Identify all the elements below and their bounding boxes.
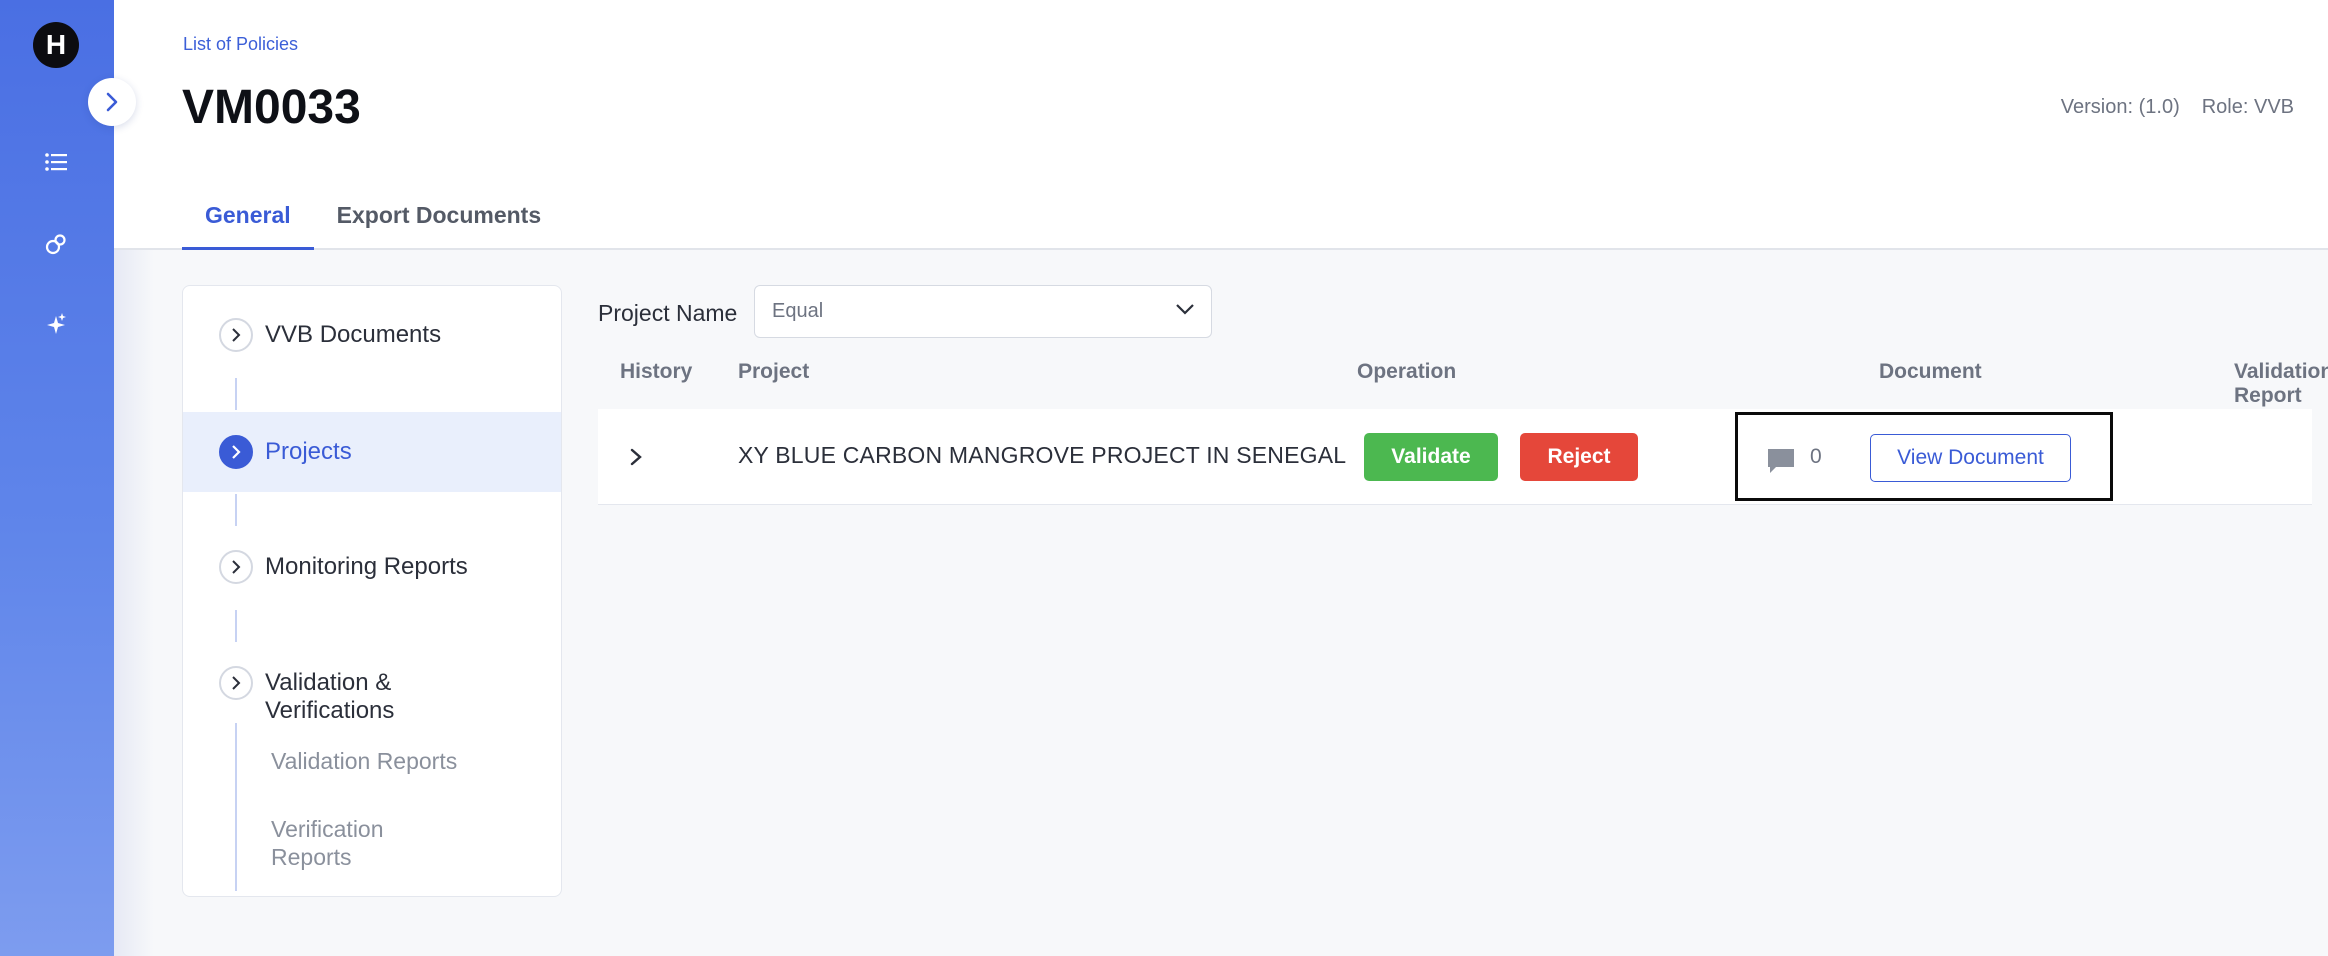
link-icon[interactable]: [38, 226, 74, 262]
chevron-right-icon: [219, 435, 253, 469]
page-header: List of Policies VM0033 Version: (1.0) Ro…: [114, 0, 2328, 250]
list-icon[interactable]: [38, 144, 74, 180]
comment-icon[interactable]: [1766, 447, 1796, 480]
tree-item-label: VVB Documents: [265, 321, 442, 348]
tree-item-vvb-documents[interactable]: VVB Documents: [183, 318, 561, 368]
project-name-filter-select[interactable]: Equal: [754, 285, 1212, 338]
role-label: Role: VVB: [2201, 96, 2294, 118]
page-title: VM0033: [182, 81, 361, 134]
comment-count: 0: [1810, 445, 1822, 468]
document-cell: 0 View Document: [1735, 412, 2113, 501]
project-name-cell: XY BLUE CARBON MANGROVE PROJECT IN SENEG…: [738, 442, 1347, 468]
navigation-tree: VVB Documents Projects Monitoring Report…: [182, 285, 562, 897]
view-document-button[interactable]: View Document: [1870, 434, 2071, 482]
tree-connector: [235, 610, 237, 642]
chevron-right-icon: [219, 318, 253, 352]
tree-item-projects[interactable]: Projects: [183, 412, 561, 492]
filter-label: Project Name: [598, 300, 738, 326]
left-rail: H: [0, 0, 114, 956]
breadcrumb[interactable]: List of Policies: [183, 34, 298, 55]
chevron-right-icon: [219, 666, 253, 700]
chevron-right-icon: [219, 550, 253, 584]
tree-item-monitoring-reports[interactable]: Monitoring Reports: [183, 550, 561, 600]
logo-letter: H: [45, 29, 67, 60]
column-header-operation: Operation: [1357, 360, 1457, 383]
main-area: List of Policies VM0033 Version: (1.0) Ro…: [114, 0, 2328, 956]
column-header-validation-report: Validation Report: [2234, 360, 2328, 407]
app-logo[interactable]: H: [33, 22, 79, 68]
chevron-down-icon: [1175, 302, 1195, 321]
column-header-document: Document: [1879, 360, 1982, 383]
tree-subitem-verification-reports[interactable]: Verification Reports: [271, 815, 421, 871]
policy-meta: Version: (1.0) Role: VVB: [2061, 96, 2294, 119]
tab-general[interactable]: General: [182, 192, 314, 250]
tree-subitem-validation-reports[interactable]: Validation Reports: [271, 747, 457, 775]
sparkle-icon[interactable]: [38, 306, 74, 342]
chevron-right-icon: [106, 92, 118, 112]
tree-item-validation-verifications[interactable]: Validation & Verifications: [183, 656, 561, 726]
column-header-history: History: [620, 360, 693, 383]
tree-item-label: Projects: [265, 438, 352, 465]
column-header-project: Project: [738, 360, 810, 383]
tree-connector: [235, 378, 237, 410]
history-expand-button[interactable]: [618, 439, 654, 475]
select-value: Equal: [772, 300, 824, 322]
tab-export-documents[interactable]: Export Documents: [314, 192, 564, 250]
table-row: XY BLUE CARBON MANGROVE PROJECT IN SENEG…: [598, 409, 2312, 505]
expand-sidebar-button[interactable]: [88, 78, 136, 126]
tab-bar: General Export Documents: [182, 192, 564, 250]
version-label: Version: (1.0): [2060, 96, 2180, 118]
tree-item-label: Monitoring Reports: [265, 553, 468, 580]
tree-connector: [235, 494, 237, 526]
chevron-right-icon: [630, 448, 642, 466]
validate-button[interactable]: Validate: [1364, 433, 1498, 481]
reject-button[interactable]: Reject: [1520, 433, 1638, 481]
tree-item-label: Validation & Verifications: [265, 669, 395, 724]
tree-connector: [235, 723, 237, 891]
table-header: History Project Operation Document Valid…: [598, 360, 2328, 408]
